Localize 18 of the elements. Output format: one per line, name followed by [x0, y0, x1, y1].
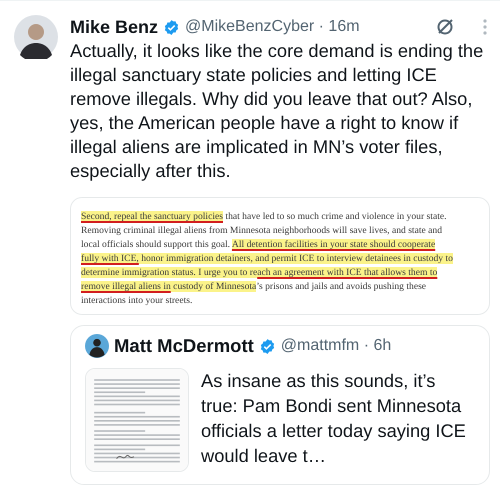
avatar[interactable] — [14, 15, 58, 59]
tweet-text: Actually, it looks like the core demand is ending the illegal sanctuary state policies and letting ICE remove illegals. Why did you leave that out? Also, yes, the American people have a right to know if illegal aliens are implicated in MN’s voter files, especially after this. — [70, 39, 484, 183]
author-name: Matt McDermott — [114, 335, 254, 357]
avatar — [85, 334, 109, 358]
quoted-text: As insane as this sounds, it’s true: Pam Bondi sent Minnesota officials a letter today saying ICE would leave t… — [201, 369, 467, 468]
document-line: interactions into your streets. — [81, 294, 194, 308]
document-line: determine immigration status. I urge you to reach an agreement with ICE that allows them to — [81, 266, 438, 280]
document-line: fully with ICE, honor immigration detainers, and permit ICE to interview detainees in custody to — [81, 252, 454, 266]
author-name[interactable]: Mike Benz — [70, 16, 158, 38]
document-line: Second, repeal the sanctuary policies that have led to so much crime and violence in your state. — [81, 210, 448, 224]
document-line: remove illegal aliens in custody of Minnesota’s prisons and jails and avoids pushing these — [81, 280, 428, 294]
document-line: Removing criminal illegal aliens from Minnesota neighborhoods will save lives, and state and — [81, 224, 444, 238]
author-handle: @mattmfm · 6h — [280, 337, 392, 355]
quoted-post[interactable]: Matt McDermott @mattmfm · 6h As insane as this sounds, it’s true: Pam Bondi sent Minnesota officials a letter today saying ICE would leave t… — [70, 325, 490, 485]
slashed-circle-icon[interactable] — [435, 17, 455, 37]
document-line: local officials should support this goal. All detention facilities in your state should cooperate — [81, 238, 436, 252]
document-image[interactable] — [70, 197, 490, 315]
author-handle[interactable]: @MikeBenzCyber · 16m — [185, 18, 360, 36]
